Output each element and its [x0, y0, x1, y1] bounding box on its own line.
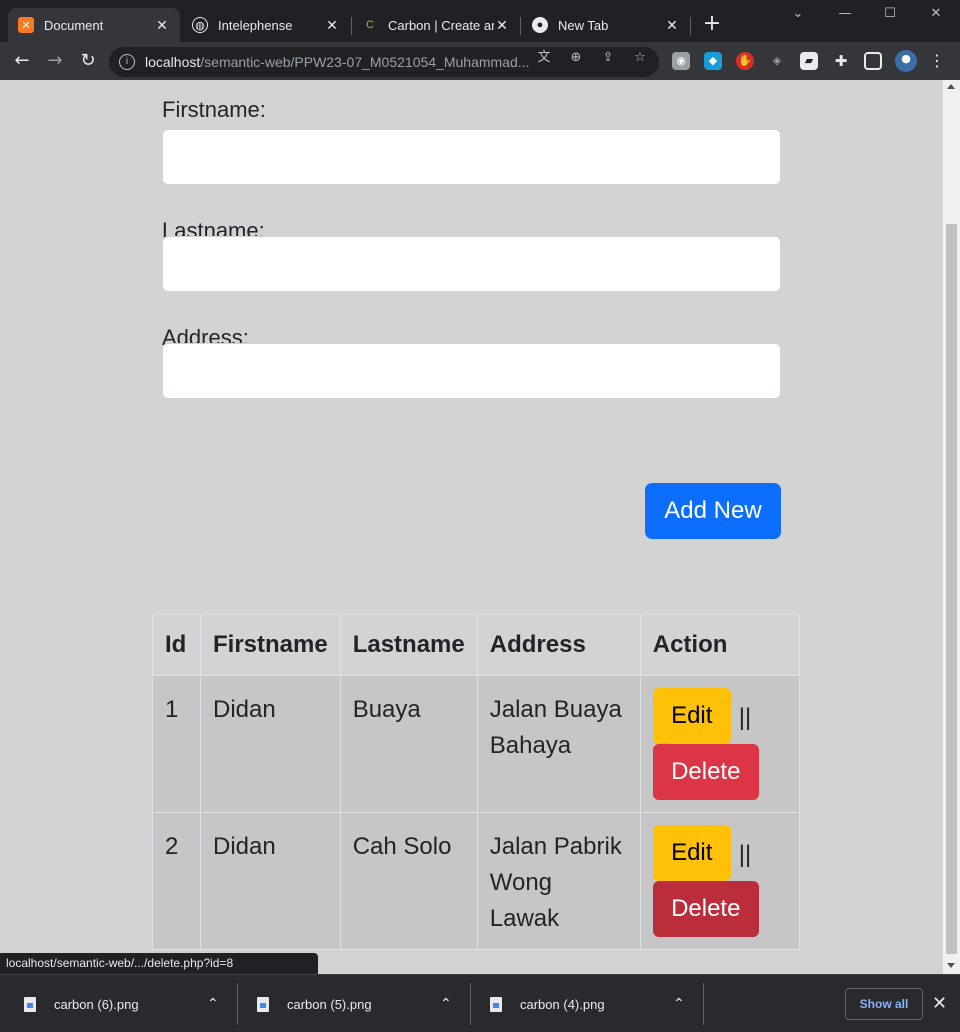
cell-address: Jalan Pabrik Wong Lawak	[476, 812, 641, 950]
status-bar-url: localhost/semantic-web/.../delete.php?id…	[0, 953, 318, 974]
edit-button[interactable]: Edit	[652, 688, 731, 744]
menu-kebab-icon[interactable]: ⋮	[928, 52, 946, 70]
forward-arrow-icon[interactable]: →	[43, 50, 67, 74]
tab-divider	[690, 17, 691, 35]
download-divider	[470, 983, 471, 1025]
share-icon[interactable]: ⇪	[599, 49, 617, 67]
delete-button[interactable]: Delete	[652, 744, 759, 800]
download-item[interactable]: carbon (4).png	[490, 975, 605, 1032]
firstname-label: Firstname:	[162, 97, 266, 122]
delete-button[interactable]: Delete	[652, 881, 759, 937]
tag-extension-icon[interactable]: ◈	[768, 52, 786, 70]
url-path: /semantic-web/PPW23-07_M0521054_Muhammad…	[200, 54, 530, 70]
translate-icon[interactable]: 文	[535, 49, 553, 67]
download-filename: carbon (5).png	[287, 996, 372, 1012]
show-all-button[interactable]: Show all	[845, 988, 923, 1020]
cell-action: Edit || Delete	[639, 675, 800, 813]
close-download-bar-icon[interactable]: ✕	[932, 993, 947, 1014]
scrollbar-thumb[interactable]	[946, 224, 957, 954]
column-header-action: Action	[639, 614, 800, 676]
tab-document[interactable]: ✕ Document ✕	[8, 8, 180, 42]
cell-address: Jalan Buaya Bahaya	[476, 675, 641, 813]
bookmark-star-icon[interactable]: ☆	[631, 49, 649, 67]
cell-lastname: Cah Solo	[339, 812, 478, 950]
column-header-id: Id	[152, 614, 201, 676]
tab-divider	[520, 17, 521, 35]
scroll-up-arrow-icon[interactable]	[947, 84, 955, 89]
close-tab-icon[interactable]: ✕	[664, 17, 680, 34]
tab-strip: ✕ Document ✕ ◍ Intelephense ✕ C Carbon |…	[0, 0, 960, 42]
download-filename: carbon (6).png	[54, 996, 139, 1012]
diamond-extension-icon[interactable]: ◆	[704, 52, 722, 70]
minimize-icon[interactable]: —	[830, 6, 860, 21]
xampp-icon: ✕	[18, 17, 34, 33]
close-tab-icon[interactable]: ✕	[324, 17, 340, 34]
adblock-extension-icon[interactable]: ✋	[736, 52, 754, 70]
cell-firstname: Didan	[200, 675, 341, 813]
globe-icon: ◍	[192, 17, 208, 33]
page-viewport: Firstname: Lastname: Address: Add New Id…	[0, 80, 943, 974]
side-panel-icon[interactable]	[864, 52, 882, 70]
scroll-down-arrow-icon[interactable]	[947, 963, 955, 968]
table-row: 1 Didan Buaya Jalan Buaya Bahaya Edit ||…	[152, 675, 800, 813]
chevron-up-icon[interactable]: ⌃	[207, 996, 219, 1012]
cell-firstname: Didan	[200, 812, 341, 950]
table-row: 2 Didan Cah Solo Jalan Pabrik Wong Lawak…	[152, 812, 800, 950]
tab-intelephense[interactable]: ◍ Intelephense ✕	[182, 8, 350, 42]
tab-carbon[interactable]: C Carbon | Create and ✕	[352, 8, 520, 42]
screenshot-extension-icon[interactable]: ▰	[800, 52, 818, 70]
close-tab-icon[interactable]: ✕	[154, 17, 170, 34]
profile-avatar[interactable]: ●	[895, 50, 917, 72]
edit-button[interactable]: Edit	[652, 825, 731, 881]
download-divider	[703, 983, 704, 1025]
chrome-icon: ●	[532, 17, 548, 33]
column-header-address: Address	[476, 614, 641, 676]
cell-id: 1	[152, 675, 201, 813]
cell-lastname: Buaya	[339, 675, 478, 813]
close-window-icon[interactable]: ✕	[921, 6, 951, 21]
url-host: localhost	[145, 54, 201, 70]
download-bar: carbon (6).png ⌃ carbon (5).png ⌃ carbon…	[0, 974, 960, 1032]
browser-toolbar: ← → ↻ i localhost /semantic-web/PPW23-07…	[0, 42, 960, 80]
address-input[interactable]	[162, 343, 781, 399]
download-item[interactable]: carbon (6).png	[24, 975, 139, 1032]
tab-title: Document	[44, 17, 104, 33]
file-icon	[24, 996, 36, 1012]
download-divider	[237, 983, 238, 1025]
lastname-input[interactable]	[162, 236, 781, 292]
cell-action: Edit || Delete	[639, 812, 800, 950]
back-arrow-icon[interactable]: ←	[10, 50, 34, 74]
download-filename: carbon (4).png	[520, 996, 605, 1012]
site-info-icon[interactable]: i	[119, 54, 135, 70]
data-table: Id Firstname Lastname Address Action 1 D…	[152, 614, 800, 950]
table-header-row: Id Firstname Lastname Address Action	[152, 614, 800, 676]
maximize-icon[interactable]: ☐	[875, 6, 905, 21]
chevron-up-icon[interactable]: ⌃	[440, 996, 452, 1012]
reload-icon[interactable]: ↻	[76, 50, 100, 74]
add-new-button[interactable]: Add New	[645, 483, 781, 539]
extensions-puzzle-icon[interactable]: ✚	[832, 52, 850, 70]
tab-title: New Tab	[558, 17, 609, 33]
new-tab-plus-icon[interactable]: +	[702, 13, 722, 35]
cell-id: 2	[152, 812, 201, 950]
action-separator: ||	[738, 841, 752, 868]
tab-search-chevron-icon[interactable]: ⌄	[783, 6, 813, 21]
column-header-lastname: Lastname	[339, 614, 478, 676]
zoom-icon[interactable]: ⊕	[567, 49, 585, 67]
page-scrollbar[interactable]	[943, 80, 960, 974]
firstname-input[interactable]	[162, 129, 781, 185]
download-item[interactable]: carbon (5).png	[257, 975, 372, 1032]
tab-title: Intelephense	[218, 17, 293, 33]
carbon-icon: C	[366, 19, 374, 31]
file-icon	[490, 996, 502, 1012]
column-header-firstname: Firstname	[200, 614, 341, 676]
chevron-up-icon[interactable]: ⌃	[673, 996, 685, 1012]
close-tab-icon[interactable]: ✕	[494, 17, 510, 34]
camera-extension-icon[interactable]: ◉	[672, 52, 690, 70]
action-separator: ||	[738, 704, 752, 731]
file-icon	[257, 996, 269, 1012]
tab-new-tab[interactable]: ● New Tab ✕	[522, 8, 690, 42]
tab-title: Carbon | Create and	[388, 17, 494, 33]
